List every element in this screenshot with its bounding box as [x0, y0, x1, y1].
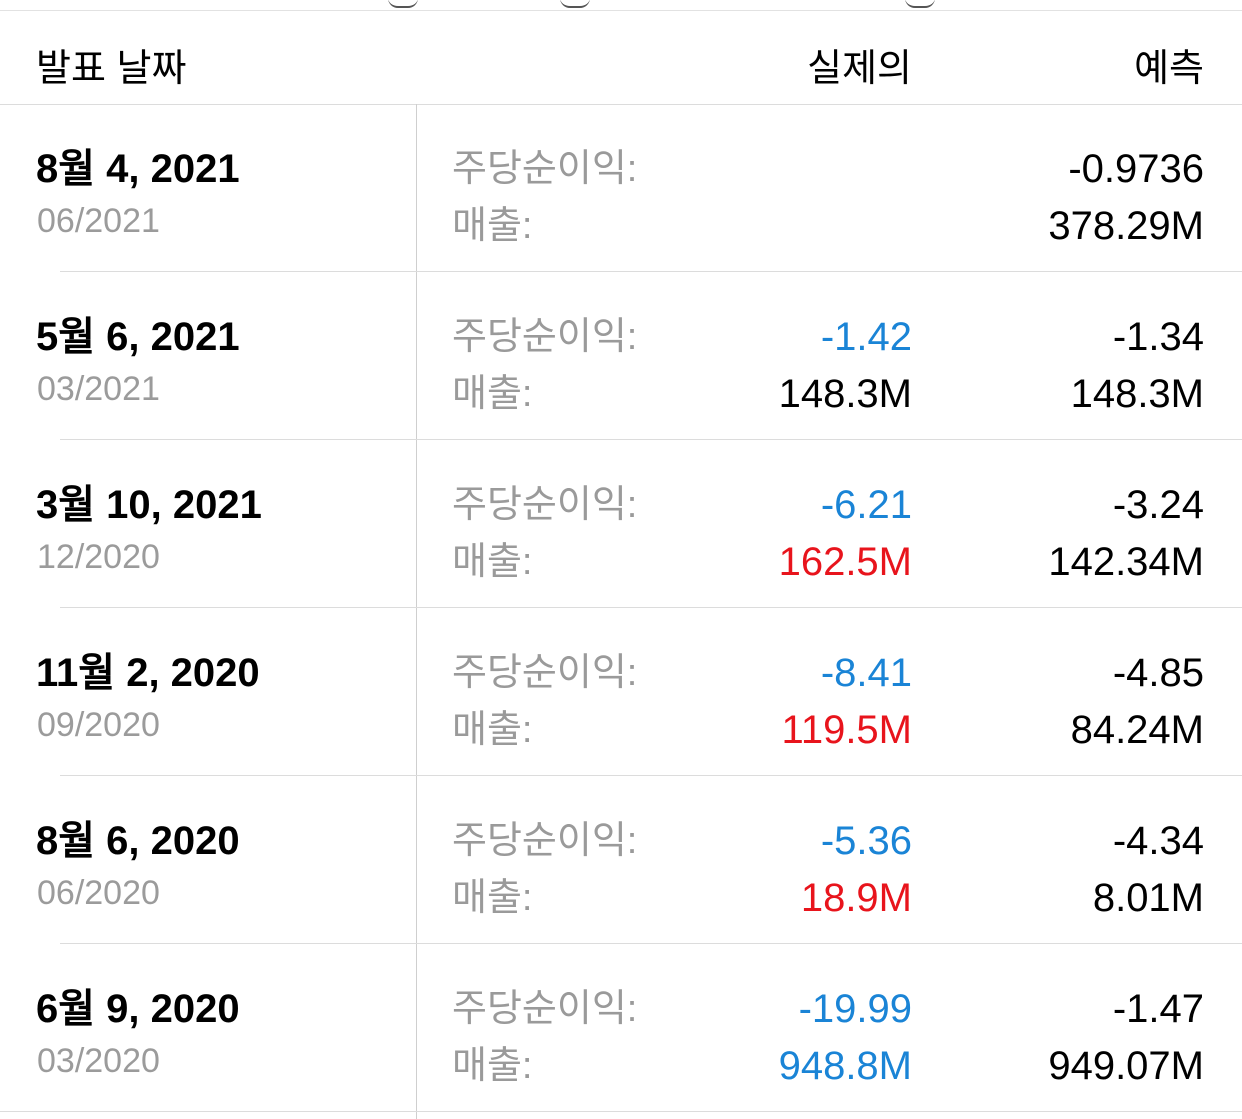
revenue-label: 매출:: [452, 541, 533, 583]
revenue-actual-value: 18.9M: [800, 876, 912, 920]
revenue-forecast-value: 8.01M: [1092, 876, 1204, 920]
eps-label: 주당순이익:: [452, 484, 638, 526]
earnings-table-body: 8월 4, 2021 06/2021 주당순이익: 매출: -0.9736 37…: [0, 104, 1242, 1112]
release-date: 11월 2, 2020: [36, 651, 260, 695]
revenue-actual-value: 148.3M: [778, 372, 912, 416]
eps-actual-value: -5.36: [820, 819, 912, 863]
fiscal-period: 06/2020: [37, 874, 160, 912]
eps-forecast-value: -4.85: [1112, 651, 1204, 695]
revenue-actual-value: 948.8M: [778, 1044, 912, 1088]
cropped-glyph: [905, 0, 935, 8]
release-date: 8월 4, 2021: [36, 147, 240, 191]
revenue-forecast-value: 949.07M: [1048, 1044, 1204, 1088]
revenue-forecast-value: 148.3M: [1070, 372, 1204, 416]
eps-forecast-value: -4.34: [1112, 819, 1204, 863]
eps-actual-value: -1.42: [820, 315, 912, 359]
eps-label: 주당순이익:: [452, 316, 638, 358]
revenue-forecast-value: 142.34M: [1048, 540, 1204, 584]
release-date: 5월 6, 2021: [36, 315, 240, 359]
earnings-row[interactable]: 3월 10, 2021 12/2020 주당순이익: 매출: -6.21 162…: [0, 440, 1242, 608]
eps-forecast-value: -1.47: [1112, 987, 1204, 1031]
revenue-label: 매출:: [452, 877, 533, 919]
header-actual: 실제의: [807, 48, 912, 90]
cropped-glyph: [560, 0, 590, 8]
eps-forecast-value: -0.9736: [1068, 147, 1204, 191]
revenue-label: 매출:: [452, 1045, 533, 1087]
header-release-date: 발표 날짜: [36, 48, 187, 90]
earnings-row[interactable]: 11월 2, 2020 09/2020 주당순이익: 매출: -8.41 119…: [0, 608, 1242, 776]
eps-forecast-value: -1.34: [1112, 315, 1204, 359]
cropped-glyph: [388, 0, 418, 8]
fiscal-period: 03/2020: [37, 1042, 160, 1080]
revenue-label: 매출:: [452, 709, 533, 751]
release-date: 6월 9, 2020: [36, 987, 240, 1031]
revenue-forecast-value: 378.29M: [1048, 204, 1204, 248]
revenue-actual-value: 119.5M: [781, 708, 912, 752]
earnings-table-header: 발표 날짜 실제의 예측: [0, 10, 1242, 105]
revenue-actual-value: 162.5M: [778, 540, 912, 584]
revenue-label: 매출:: [452, 205, 533, 247]
eps-label: 주당순이익:: [452, 148, 638, 190]
eps-actual-value: -8.41: [820, 651, 912, 695]
row-separator: [0, 1111, 1242, 1112]
release-date: 3월 10, 2021: [36, 483, 262, 527]
earnings-row[interactable]: 6월 9, 2020 03/2020 주당순이익: 매출: -19.99 948…: [0, 944, 1242, 1112]
earnings-row[interactable]: 5월 6, 2021 03/2021 주당순이익: 매출: -1.42 148.…: [0, 272, 1242, 440]
fiscal-period: 09/2020: [37, 706, 160, 744]
eps-actual-value: -6.21: [820, 483, 912, 527]
revenue-label: 매출:: [452, 373, 533, 415]
fiscal-period: 03/2021: [37, 370, 160, 408]
earnings-row[interactable]: 8월 6, 2020 06/2020 주당순이익: 매출: -5.36 18.9…: [0, 776, 1242, 944]
eps-forecast-value: -3.24: [1112, 483, 1204, 527]
earnings-row[interactable]: 8월 4, 2021 06/2021 주당순이익: 매출: -0.9736 37…: [0, 104, 1242, 272]
fiscal-period: 06/2021: [37, 202, 160, 240]
release-date: 8월 6, 2020: [36, 819, 240, 863]
eps-actual-value: -19.99: [798, 987, 912, 1031]
revenue-forecast-value: 84.24M: [1070, 708, 1204, 752]
eps-label: 주당순이익:: [452, 652, 638, 694]
fiscal-period: 12/2020: [37, 538, 160, 576]
eps-label: 주당순이익:: [452, 988, 638, 1030]
header-forecast: 예측: [1134, 48, 1204, 90]
eps-label: 주당순이익:: [452, 820, 638, 862]
